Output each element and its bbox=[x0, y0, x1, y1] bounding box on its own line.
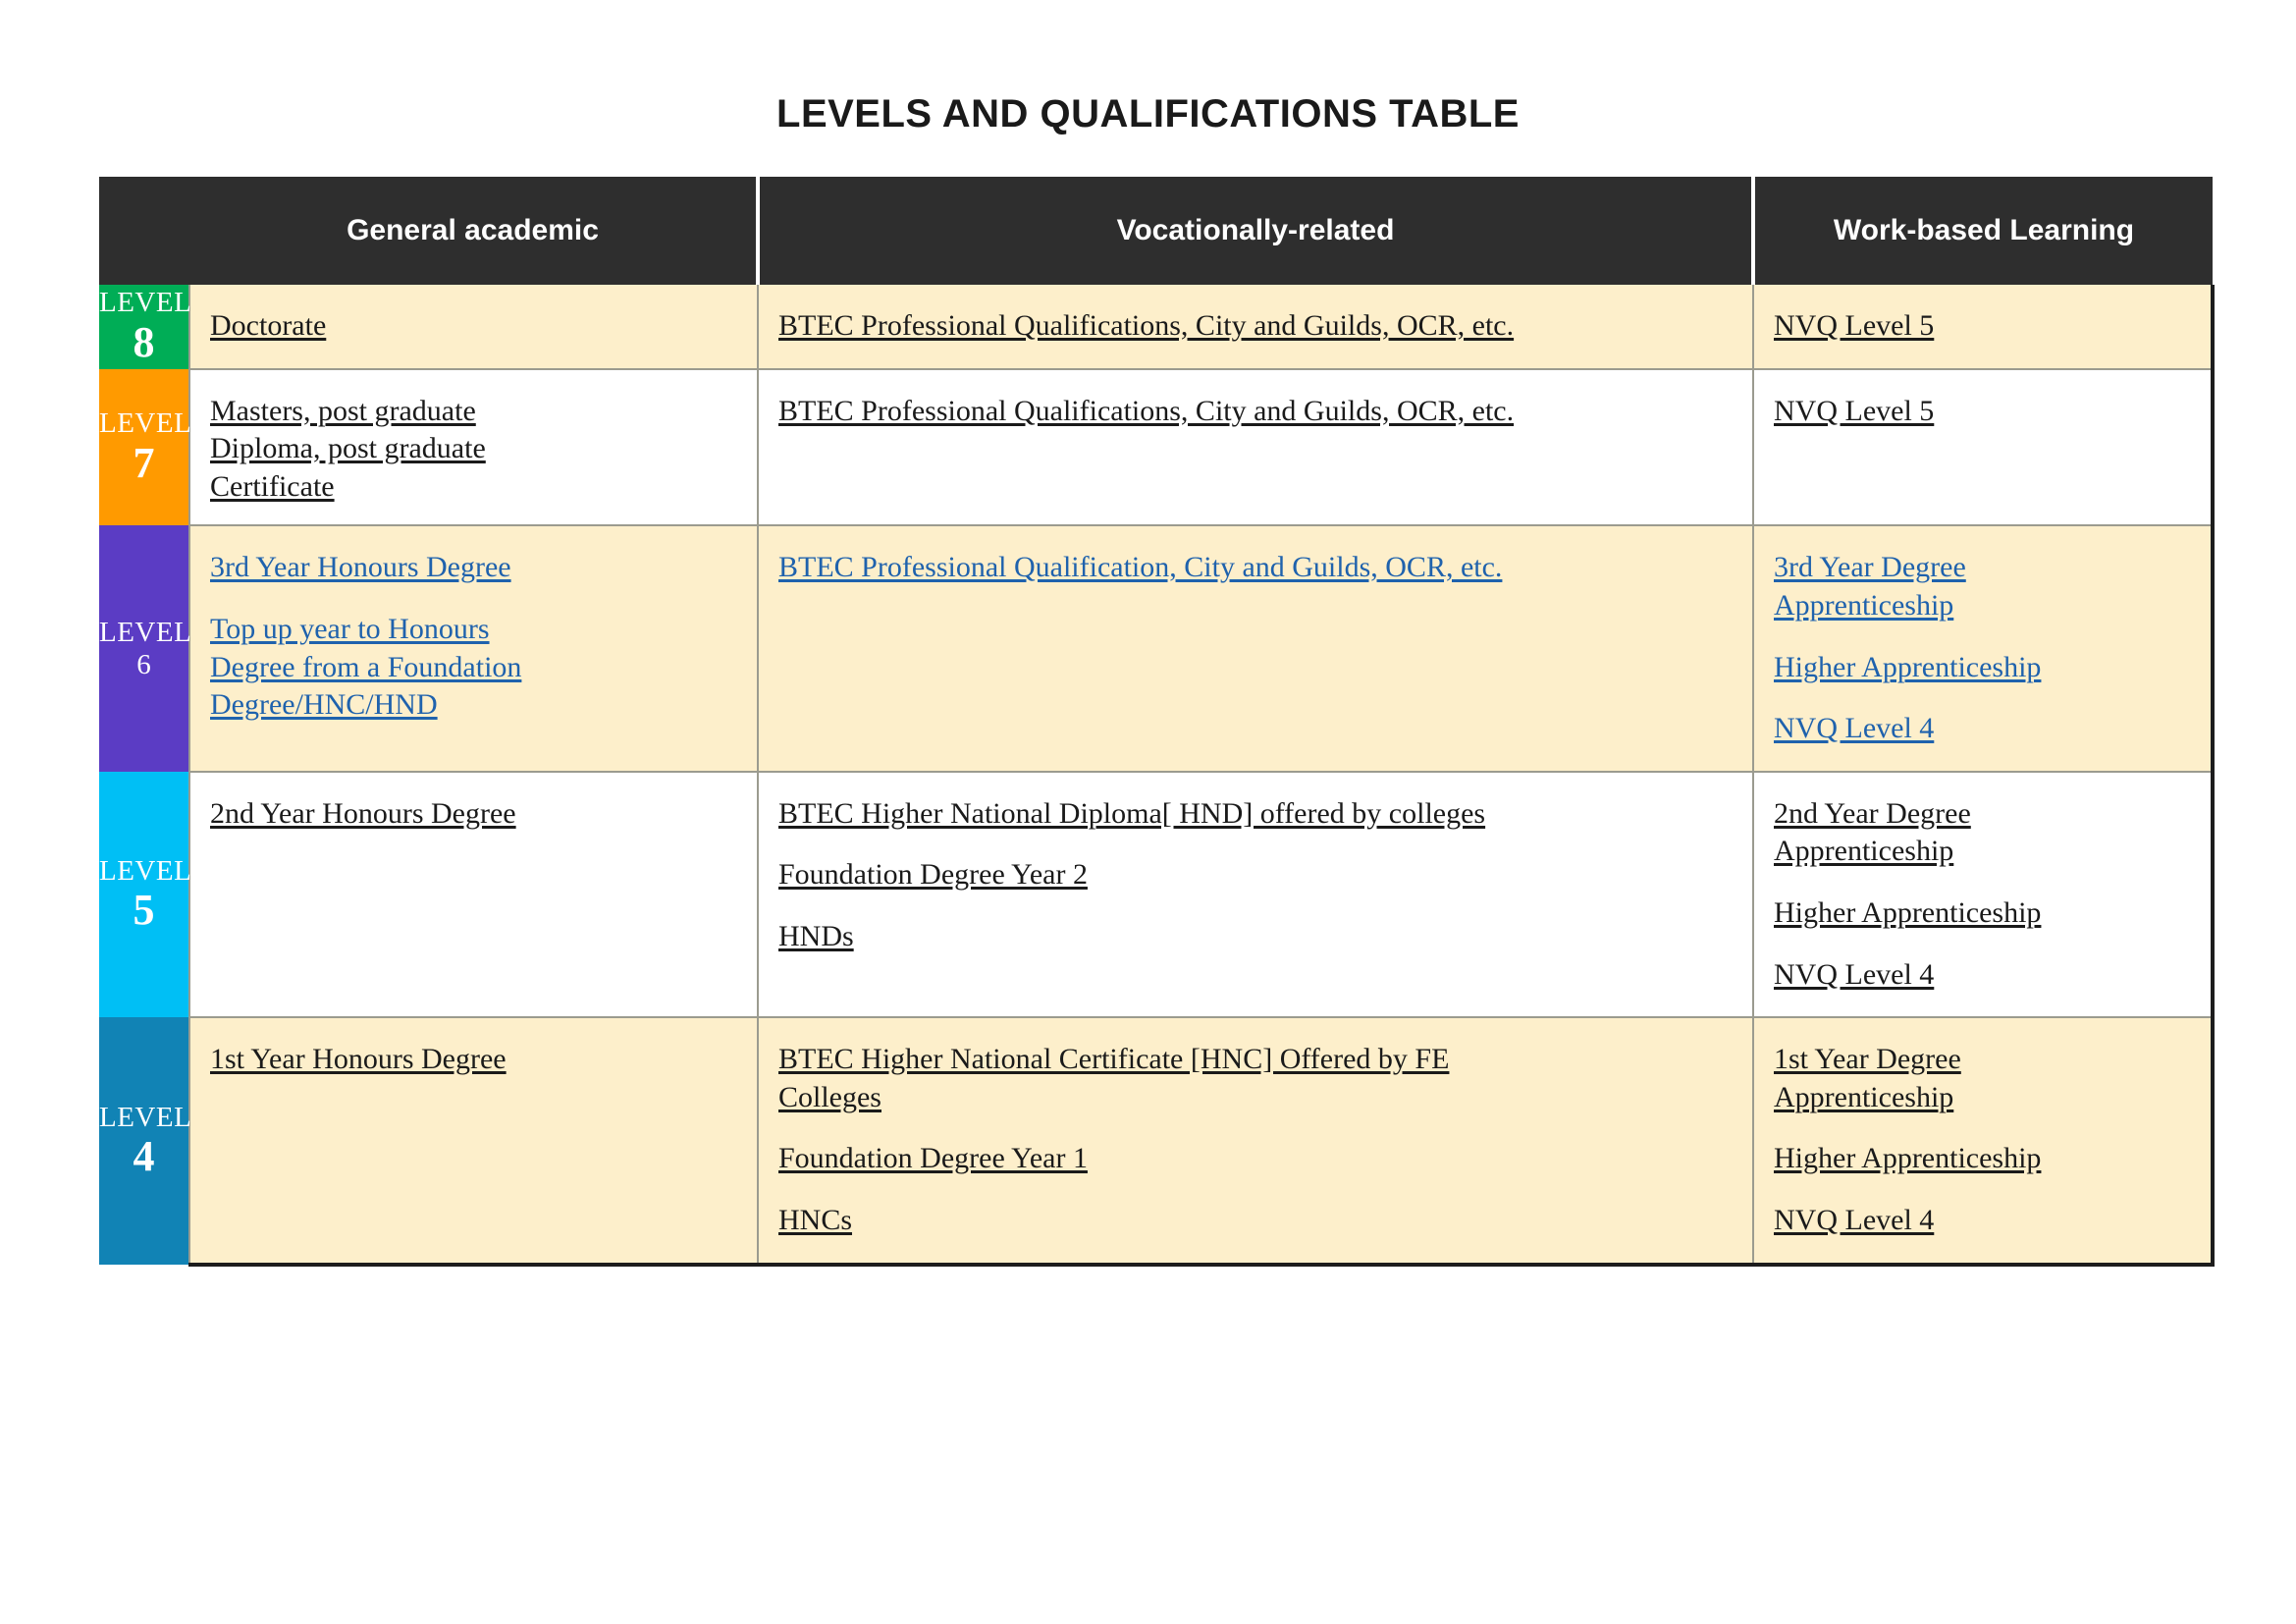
cell-general-academic: 2nd Year Honours Degree bbox=[188, 771, 758, 1019]
qualification-item: Foundation Degree Year 1 bbox=[778, 1142, 1088, 1175]
qualification-item: 1st Year Honours Degree bbox=[210, 1043, 507, 1076]
cell-work-based-learning: 3rd Year Degree Apprenticeship Higher Ap… bbox=[1752, 525, 2215, 773]
page-canvas: LEVELS AND QUALIFICATIONS TABLE General … bbox=[0, 0, 2296, 1624]
qualification-item: BTEC Higher National Certificate [HNC] O… bbox=[778, 1043, 1450, 1076]
qualification-link[interactable]: Degree from a Foundation bbox=[210, 650, 521, 686]
cell-general-academic: Doctorate bbox=[188, 285, 758, 370]
cell-general-academic: Masters, post graduate Diploma, post gra… bbox=[188, 368, 758, 527]
qualification-item: Apprenticeship bbox=[1774, 1080, 1954, 1113]
qualification-item: Foundation Degree Year 2 bbox=[778, 858, 1088, 892]
qualification-item: Colleges bbox=[778, 1080, 881, 1113]
level-badge-6: LEVEL 6 bbox=[99, 525, 192, 772]
qualification-link[interactable]: 3rd Year Degree bbox=[1774, 550, 1966, 586]
level-badge-4: LEVEL 4 bbox=[99, 1017, 192, 1265]
level-number: 7 bbox=[133, 438, 155, 487]
qualification-link[interactable]: Degree/HNC/HND bbox=[210, 687, 438, 724]
header-work-based-learning: Work-based Learning bbox=[1751, 177, 2213, 285]
qualification-item: NVQ Level 4 bbox=[1774, 957, 1935, 991]
table-row: LEVEL 5 2nd Year Honours Degree BTEC Hig… bbox=[99, 771, 2215, 1019]
header-general-academic: General academic bbox=[189, 177, 758, 285]
cell-vocationally-related: BTEC Professional Qualifications, City a… bbox=[757, 285, 1753, 370]
level-badge-7: LEVEL 7 bbox=[99, 368, 192, 526]
qualification-item: Higher Apprenticeship bbox=[1774, 895, 2042, 929]
qualification-item: 2nd Year Honours Degree bbox=[210, 796, 516, 830]
qualification-link[interactable]: Apprenticeship bbox=[1774, 588, 1953, 624]
level-badge-8: LEVEL 8 bbox=[99, 285, 192, 369]
qualification-item: HNDs bbox=[778, 919, 854, 952]
cell-general-academic: 1st Year Honours Degree bbox=[188, 1017, 758, 1267]
qualification-item: 2nd Year Degree bbox=[1774, 796, 1971, 830]
level-word: LEVEL bbox=[99, 617, 192, 649]
level-number: 8 bbox=[133, 317, 155, 366]
qualification-link[interactable]: NVQ Level 4 bbox=[1774, 711, 1934, 747]
qualification-item: NVQ Level 4 bbox=[1774, 1203, 1935, 1236]
cell-work-based-learning: NVQ Level 5 bbox=[1752, 368, 2215, 527]
qualification-link[interactable]: Top up year to Honours bbox=[210, 612, 490, 648]
qualification-item: BTEC Higher National Diploma[ HND] offer… bbox=[778, 796, 1486, 830]
qualification-item: NVQ Level 5 bbox=[1774, 394, 1935, 427]
table-header: General academic Vocationally-related Wo… bbox=[99, 177, 2213, 285]
qualification-link[interactable]: 3rd Year Honours Degree bbox=[210, 550, 511, 586]
qualification-item: Masters, post graduate bbox=[210, 394, 476, 427]
qualification-item: NVQ Level 5 bbox=[1774, 309, 1935, 342]
level-word: LEVEL bbox=[99, 854, 192, 887]
level-badge-5: LEVEL 5 bbox=[99, 771, 192, 1018]
cell-vocationally-related: BTEC Higher National Diploma[ HND] offer… bbox=[757, 771, 1753, 1019]
qualification-item: 1st Year Degree bbox=[1774, 1043, 1961, 1076]
level-number: 6 bbox=[136, 648, 151, 680]
header-vocationally-related: Vocationally-related bbox=[756, 177, 1753, 285]
level-number: 5 bbox=[133, 886, 155, 935]
cell-vocationally-related: BTEC Professional Qualifications, City a… bbox=[757, 368, 1753, 527]
header-level-column bbox=[99, 177, 189, 285]
qualification-item: Higher Apprenticeship bbox=[1774, 1142, 2042, 1175]
table-row: LEVEL 4 1st Year Honours Degree BTEC Hig… bbox=[99, 1017, 2215, 1267]
qualifications-table: General academic Vocationally-related Wo… bbox=[99, 177, 2215, 1267]
qualification-item: Apprenticeship bbox=[1774, 835, 1954, 868]
level-word: LEVEL bbox=[99, 287, 192, 319]
qualification-item: BTEC Professional Qualifications, City a… bbox=[778, 309, 1515, 342]
table-row: LEVEL 8 Doctorate BTEC Professional Qual… bbox=[99, 285, 2215, 370]
qualification-item: BTEC Professional Qualifications, City a… bbox=[778, 394, 1515, 427]
table-body: LEVEL 8 Doctorate BTEC Professional Qual… bbox=[99, 285, 2215, 1267]
qualification-item: Diploma, post graduate bbox=[210, 432, 486, 465]
cell-work-based-learning: NVQ Level 5 bbox=[1752, 285, 2215, 370]
levels-qualifications-table: General academic Vocationally-related Wo… bbox=[99, 177, 2215, 1267]
qualification-item: HNCs bbox=[778, 1203, 853, 1236]
qualification-link[interactable]: Higher Apprenticeship bbox=[1774, 650, 2041, 686]
cell-vocationally-related: BTEC Professional Qualification, City an… bbox=[757, 525, 1753, 773]
cell-general-academic: 3rd Year Honours Degree Top up year to H… bbox=[188, 525, 758, 773]
cell-vocationally-related: BTEC Higher National Certificate [HNC] O… bbox=[757, 1017, 1753, 1267]
cell-work-based-learning: 1st Year Degree Apprenticeship Higher Ap… bbox=[1752, 1017, 2215, 1267]
page-title: LEVELS AND QUALIFICATIONS TABLE bbox=[776, 92, 1520, 135]
qualification-item: Doctorate bbox=[210, 309, 327, 342]
cell-work-based-learning: 2nd Year Degree Apprenticeship Higher Ap… bbox=[1752, 771, 2215, 1019]
level-number: 4 bbox=[133, 1131, 155, 1180]
table-row: LEVEL 6 3rd Year Honours Degree Top up y… bbox=[99, 525, 2215, 773]
level-word: LEVEL bbox=[99, 407, 192, 440]
qualification-link[interactable]: BTEC Professional Qualification, City an… bbox=[778, 550, 1502, 586]
qualification-item: Certificate bbox=[210, 469, 335, 503]
header-row: General academic Vocationally-related Wo… bbox=[99, 177, 2213, 285]
level-word: LEVEL bbox=[99, 1101, 192, 1133]
table-row: LEVEL 7 Masters, post graduate Diploma, … bbox=[99, 368, 2215, 527]
